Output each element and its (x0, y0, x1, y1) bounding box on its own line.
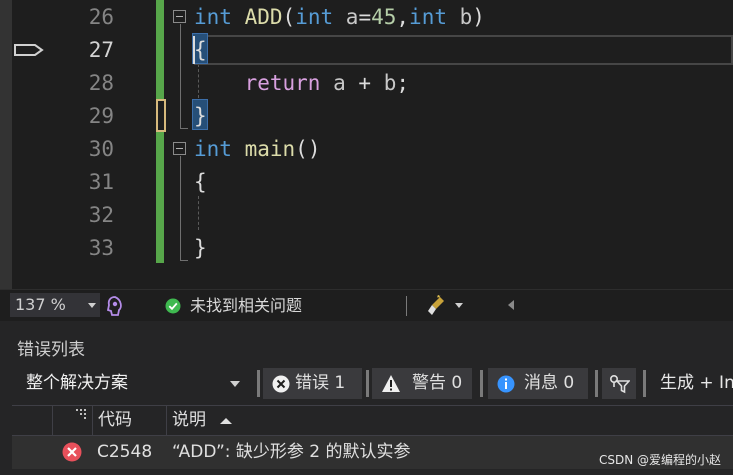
warning-icon (382, 375, 400, 392)
code-token: { (194, 38, 207, 62)
intellicode-icon[interactable] (106, 296, 124, 316)
column-divider (166, 406, 167, 435)
code-line[interactable]: 27 { (0, 34, 733, 67)
zoom-level: 137 % (15, 295, 66, 314)
code-line[interactable]: 30 int main() (0, 133, 733, 166)
sort-ascending-icon (220, 418, 232, 424)
code-text[interactable]: { (194, 34, 207, 67)
issues-status[interactable]: 未找到相关问题 (190, 294, 302, 318)
editor-status-bar: 137 % 未找到相关问题 (0, 289, 733, 321)
divider (366, 370, 369, 397)
line-number: 29 (88, 104, 114, 128)
code-token: a (345, 5, 359, 29)
code-token: = (358, 5, 372, 29)
code-line[interactable]: 28 return a + b; (0, 67, 733, 100)
column-divider (52, 406, 53, 435)
code-line[interactable]: 29} (0, 100, 733, 133)
error-icon (272, 375, 290, 393)
code-token: int (409, 5, 447, 29)
code-text[interactable]: int main() (194, 133, 320, 166)
check-circle-icon (165, 298, 181, 314)
code-token: ; (396, 71, 409, 95)
column-header-code[interactable]: 代码 (98, 406, 132, 435)
info-icon (497, 375, 515, 393)
code-token: } (194, 236, 207, 260)
error-description: “ADD”: 缺少形参 2 的默认实参 (172, 442, 411, 462)
line-number: 27 (88, 38, 114, 62)
code-text[interactable]: } (194, 100, 207, 133)
code-token: b (459, 5, 473, 29)
column-filter-icon[interactable] (76, 409, 86, 419)
column-divider (92, 406, 93, 435)
warnings-filter-label: 警告 0 (412, 373, 463, 393)
chevron-down-icon[interactable] (455, 303, 463, 308)
code-line[interactable]: 31 { (0, 166, 733, 199)
code-line[interactable]: 26 int ADD(int a=45,int b) (0, 1, 733, 34)
code-text[interactable]: } (194, 232, 207, 265)
warnings-filter-button[interactable]: 警告 0 (372, 368, 472, 399)
divider (406, 296, 407, 316)
chevron-down-icon (88, 303, 96, 308)
divider (480, 370, 483, 397)
code-token: int (194, 137, 232, 161)
code-text[interactable]: int ADD(int a=45,int b) (194, 1, 485, 34)
line-number: 33 (88, 236, 114, 260)
code-token: int (295, 5, 334, 29)
code-token: () (295, 137, 321, 161)
code-token: } (194, 104, 207, 128)
panel-title: 错误列表 (17, 340, 85, 360)
error-table-header: 代码 说明 (12, 405, 733, 436)
error-code: C2548 (97, 442, 153, 462)
code-token: { (194, 170, 207, 194)
build-intellisense-dropdown[interactable]: 生成 + In (660, 368, 733, 399)
line-number: 28 (88, 71, 114, 95)
divider (643, 370, 646, 397)
line-number: 26 (88, 5, 114, 29)
line-number: 31 (88, 170, 114, 194)
code-token: ) (472, 5, 485, 29)
line-number: 30 (88, 137, 114, 161)
scroll-left-icon[interactable] (508, 300, 514, 310)
code-token: b (383, 71, 397, 95)
code-token: a (333, 71, 346, 95)
code-token: main (244, 137, 296, 161)
errors-filter-label: 错误 1 (295, 373, 346, 393)
scope-dropdown[interactable]: 整个解决方案 (14, 368, 248, 398)
code-token: int (194, 5, 232, 29)
code-text[interactable]: { (194, 166, 207, 199)
code-line[interactable]: 32 (0, 199, 733, 232)
code-token: + (345, 71, 384, 95)
watermark: CSDN @爱编程的小赵 (598, 453, 721, 467)
divider (257, 370, 260, 397)
chevron-down-icon (230, 381, 240, 387)
filter-icon (609, 374, 630, 394)
divider (595, 370, 598, 397)
filter-button[interactable] (602, 368, 636, 399)
zoom-dropdown[interactable]: 137 % (10, 293, 100, 317)
messages-filter-label: 消息 0 (524, 373, 575, 393)
error-icon (62, 442, 82, 462)
code-line[interactable]: 33} (0, 232, 733, 265)
code-text[interactable]: return a + b; (194, 67, 409, 100)
code-token: return (244, 71, 321, 95)
text-cursor (193, 36, 195, 64)
column-header-description[interactable]: 说明 (172, 406, 206, 435)
code-token: 45 (371, 5, 397, 29)
code-token: ADD (244, 5, 283, 29)
messages-filter-button[interactable]: 消息 0 (488, 368, 588, 399)
code-token: , (396, 5, 410, 29)
errors-filter-button[interactable]: 错误 1 (263, 368, 362, 399)
scope-value: 整个解决方案 (26, 373, 128, 393)
cleanup-brush-icon[interactable] (426, 295, 448, 317)
code-token: ( (282, 5, 296, 29)
line-number: 32 (88, 203, 114, 227)
code-editor[interactable]: 26 int ADD(int a=45,int b) 27{28 return a … (0, 0, 733, 289)
